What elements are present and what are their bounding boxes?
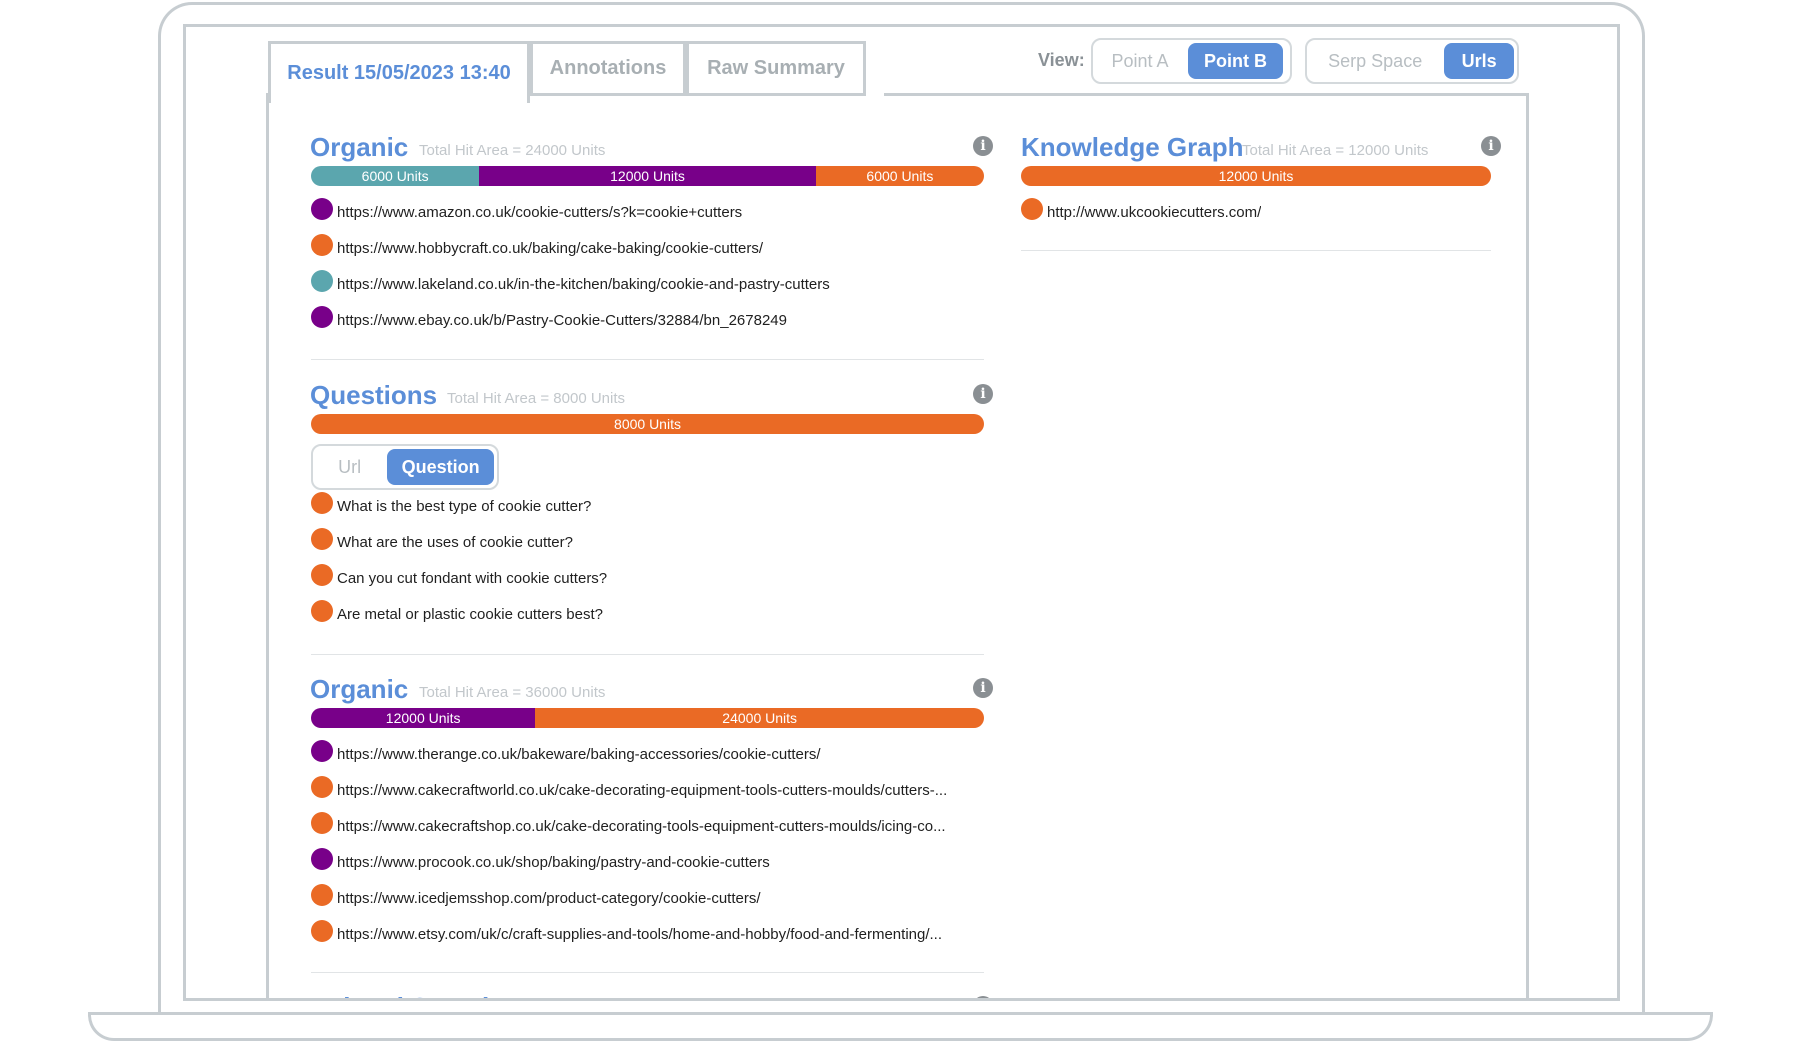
questions-title: Questions [310, 380, 438, 410]
knowledge-graph-title: Knowledge Graph [1021, 132, 1244, 162]
organic-title: Organic [310, 674, 409, 704]
list-item-text: https://www.therange.co.uk/bakeware/baki… [337, 745, 821, 763]
list-item[interactable]: http://www.ukcookiecutters.com/ [1021, 198, 1491, 223]
list-item-text: http://www.ukcookiecutters.com/ [1047, 203, 1262, 221]
app-screen: Result 15/05/2023 13:40 Annotations Raw … [183, 24, 1620, 1001]
organic-title: Organic [310, 132, 409, 162]
status-dot-icon [311, 884, 333, 906]
url-toggle-button[interactable]: Url [316, 449, 383, 485]
list-item-text: https://www.amazon.co.uk/cookie-cutters/… [337, 203, 743, 221]
bar-segment: 12000 Units [1021, 166, 1491, 186]
bar-segment: 12000 Units [311, 708, 536, 728]
list-item-text: https://www.cakecraftworld.co.uk/cake-de… [337, 781, 948, 799]
status-dot-icon [311, 600, 333, 622]
bar-segment: 6000 Units [311, 166, 480, 186]
list-item[interactable]: https://www.ebay.co.uk/b/Pastry-Cookie-C… [311, 306, 984, 331]
laptop-base [88, 1015, 1713, 1041]
list-item[interactable]: Are metal or plastic cookie cutters best… [311, 600, 984, 625]
organic-total: Total Hit Area = 36000 Units [419, 684, 606, 701]
status-dot-icon [311, 920, 333, 942]
questions-hit-bar: 8000 Units [311, 414, 984, 434]
related-searches-title: Related Searches [310, 992, 527, 998]
status-dot-icon [311, 776, 333, 798]
urls-button[interactable]: Urls [1444, 43, 1514, 79]
list-item[interactable]: https://www.lakeland.co.uk/in-the-kitche… [311, 270, 984, 295]
list-item-text: Can you cut fondant with cookie cutters? [337, 569, 608, 587]
list-item-text: https://www.hobbycraft.co.uk/baking/cake… [337, 239, 764, 257]
status-dot-icon [1021, 198, 1043, 220]
list-item-text: Are metal or plastic cookie cutters best… [337, 605, 603, 623]
list-item[interactable]: https://www.amazon.co.uk/cookie-cutters/… [311, 198, 984, 223]
list-item-text: https://www.procook.co.uk/shop/baking/pa… [337, 853, 770, 871]
status-dot-icon [311, 270, 333, 292]
status-dot-icon [311, 198, 333, 220]
section-divider [311, 654, 984, 655]
info-icon[interactable]: i [973, 136, 993, 156]
list-item[interactable]: https://www.cakecraftshop.co.uk/cake-dec… [311, 812, 984, 837]
status-dot-icon [311, 848, 333, 870]
point-b-button[interactable]: Point B [1188, 43, 1283, 79]
organic-total: Total Hit Area = 24000 Units [419, 142, 606, 159]
bar-segment: 8000 Units [311, 414, 984, 434]
status-dot-icon [311, 528, 333, 550]
tab-annotations[interactable]: Annotations [530, 41, 686, 96]
status-dot-icon [311, 492, 333, 514]
status-dot-icon [311, 564, 333, 586]
list-item-text: What is the best type of cookie cutter? [337, 497, 592, 515]
section-divider [1021, 250, 1491, 251]
list-item-text: https://www.icedjemsshop.com/product-cat… [337, 889, 761, 907]
info-icon[interactable]: i [973, 678, 993, 698]
bar-segment: 12000 Units [479, 166, 816, 186]
tab-raw-summary[interactable]: Raw Summary [686, 41, 866, 96]
status-dot-icon [311, 306, 333, 328]
list-item-text: https://www.ebay.co.uk/b/Pastry-Cookie-C… [337, 311, 787, 329]
knowledge-graph-total: Total Hit Area = 12000 Units [1242, 142, 1429, 159]
question-toggle-button[interactable]: Question [387, 449, 494, 485]
list-item[interactable]: What are the uses of cookie cutter? [311, 528, 984, 553]
status-dot-icon [311, 234, 333, 256]
status-dot-icon [311, 740, 333, 762]
point-toggle: Point A Point B [1091, 38, 1292, 84]
list-item-text: https://www.cakecraftshop.co.uk/cake-dec… [337, 817, 946, 835]
list-item[interactable]: https://www.etsy.com/uk/c/craft-supplies… [311, 920, 984, 945]
tab-result[interactable]: Result 15/05/2023 13:40 [268, 41, 530, 103]
list-item[interactable]: https://www.icedjemsshop.com/product-cat… [311, 884, 984, 909]
view-label: View: [1038, 50, 1085, 70]
bar-segment: 6000 Units [815, 166, 984, 186]
list-item-text: https://www.etsy.com/uk/c/craft-supplies… [337, 925, 943, 943]
serp-space-button[interactable]: Serp Space [1310, 43, 1440, 79]
info-icon[interactable]: i [1481, 136, 1501, 156]
status-dot-icon [311, 812, 333, 834]
info-icon[interactable]: i [973, 384, 993, 404]
knowledge-hit-bar: 12000 Units [1021, 166, 1491, 186]
point-a-button[interactable]: Point A [1096, 43, 1184, 79]
section-divider [311, 972, 984, 973]
organic-hit-bar: 12000 Units 24000 Units [311, 708, 984, 728]
list-item[interactable]: https://www.therange.co.uk/bakeware/baki… [311, 740, 984, 765]
section-divider [311, 359, 984, 360]
list-item-text: What are the uses of cookie cutter? [337, 533, 573, 551]
list-item[interactable]: What is the best type of cookie cutter? [311, 492, 984, 517]
bar-segment: 24000 Units [535, 708, 984, 728]
url-question-toggle: Url Question [311, 444, 499, 490]
list-item[interactable]: https://www.hobbycraft.co.uk/baking/cake… [311, 234, 984, 259]
organic-hit-bar: 6000 Units 12000 Units 6000 Units [311, 166, 984, 186]
list-item[interactable]: Can you cut fondant with cookie cutters? [311, 564, 984, 589]
questions-total: Total Hit Area = 8000 Units [447, 390, 626, 407]
list-item[interactable]: https://www.cakecraftworld.co.uk/cake-de… [311, 776, 984, 801]
list-item[interactable]: https://www.procook.co.uk/shop/baking/pa… [311, 848, 984, 873]
list-item-text: https://www.lakeland.co.uk/in-the-kitche… [337, 275, 830, 293]
space-toggle: Serp Space Urls [1305, 38, 1519, 84]
panel-top-border [884, 93, 1529, 96]
